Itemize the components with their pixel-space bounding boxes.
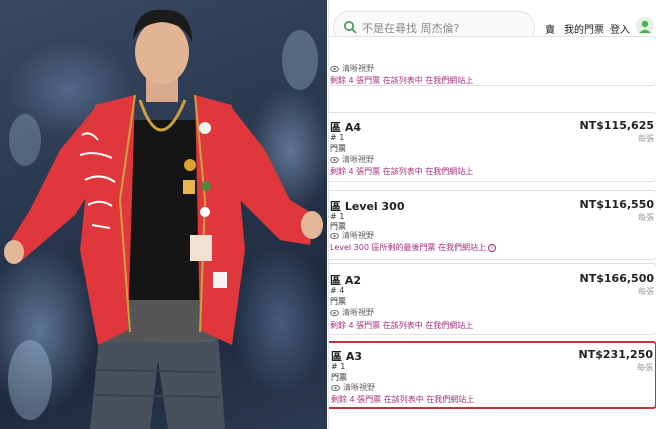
nav-my-tickets-link[interactable]: 我的門票 [564, 21, 604, 36]
listing-card[interactable]: 清晰視野 剩餘 4 張門票 在該列表中 在我們網站上 [329, 36, 656, 86]
avatar[interactable] [636, 17, 654, 35]
delivery-info: 清晰視野 [330, 230, 374, 241]
eye-icon [330, 309, 339, 316]
search-icon [344, 21, 357, 34]
listing-card-highlighted[interactable]: 區 A3 NT$231,250 每張 # 1 門票 清晰視野 剩餘 4 張門票 … [329, 341, 656, 409]
ticket-app: 賣 我的門票 登入 清晰視野 剩餘 4 張門票 在該列表中 在我們網站上 區 A… [328, 0, 656, 429]
listing-notice: 剩餘 4 張門票 在該列表中 在我們網站上 [331, 394, 474, 405]
delivery-text: 清晰視野 [342, 155, 374, 164]
notice-text: 剩餘 4 張門票 在該列表中 在我們網站上 [330, 167, 474, 176]
delivery-text: 清晰視野 [342, 231, 374, 240]
ticket-quantity: # 4 [330, 286, 345, 295]
nav-sell-link[interactable]: 賣 [545, 21, 555, 36]
listing-card[interactable]: 區 Level 300 NT$116,550 每張 # 1 門票 清晰視野 Le… [329, 190, 656, 260]
price-unit: 每張 [638, 213, 654, 222]
delivery-text: 清晰視野 [343, 383, 375, 392]
listing-notice: 剩餘 4 張門票 在該列表中 在我們網站上 [330, 166, 473, 177]
ticket-type: 門票 [330, 144, 346, 153]
delivery-info: 清晰視野 [330, 63, 374, 74]
delivery-info: 清晰視野 [330, 307, 374, 318]
listing-notice: 剩餘 4 張門票 在該列表中 在我們網站上 [330, 75, 473, 86]
delivery-info: 清晰視野 [331, 382, 375, 393]
listing-card[interactable]: 區 A2 NT$166,500 每張 # 4 門票 清晰視野 剩餘 4 張門票 … [329, 263, 656, 335]
ticket-quantity: # 1 [330, 133, 345, 142]
notice-text: 剩餘 4 張門票 在該列表中 在我們網站上 [330, 76, 474, 85]
eye-icon [330, 65, 339, 72]
nav-login-link[interactable]: 登入 [610, 21, 630, 36]
search-input[interactable] [362, 18, 530, 38]
artist-illustration [4, 9, 323, 429]
notice-text: 剩餘 4 張門票 在該列表中 在我們網站上 [331, 395, 475, 404]
listing-card[interactable]: 區 A4 NT$115,625 每張 # 1 門票 清晰視野 剩餘 4 張門票 … [329, 112, 656, 182]
eye-icon [330, 232, 339, 239]
price-unit: 每張 [638, 134, 654, 143]
delivery-info: 清晰視野 [330, 154, 374, 165]
delivery-text: 清晰視野 [342, 64, 374, 73]
ticket-quantity: # 1 [330, 212, 345, 221]
price-unit: 每張 [638, 287, 654, 296]
eye-icon [330, 156, 339, 163]
delivery-text: 清晰視野 [342, 308, 374, 317]
ticket-type: 門票 [330, 297, 346, 306]
info-icon[interactable]: i [488, 243, 497, 252]
listing-price: NT$231,250 [578, 348, 653, 361]
listing-price: NT$116,550 [579, 198, 654, 211]
ticket-quantity: # 1 [331, 362, 346, 371]
listing-price: NT$115,625 [579, 119, 654, 132]
notice-text: 剩餘 4 張門票 在該列表中 在我們網站上 [330, 321, 474, 330]
listing-price: NT$166,500 [579, 272, 654, 285]
user-icon [639, 20, 651, 33]
price-unit: 每張 [637, 363, 653, 372]
listing-notice: 剩餘 4 張門票 在該列表中 在我們網站上 [330, 320, 473, 331]
notice-text: Level 300 區所剩的最後門票 在我們網站上 [330, 243, 487, 252]
eye-icon [331, 384, 340, 391]
artist-photo [0, 0, 327, 429]
listing-notice: Level 300 區所剩的最後門票 在我們網站上 i [330, 242, 497, 253]
